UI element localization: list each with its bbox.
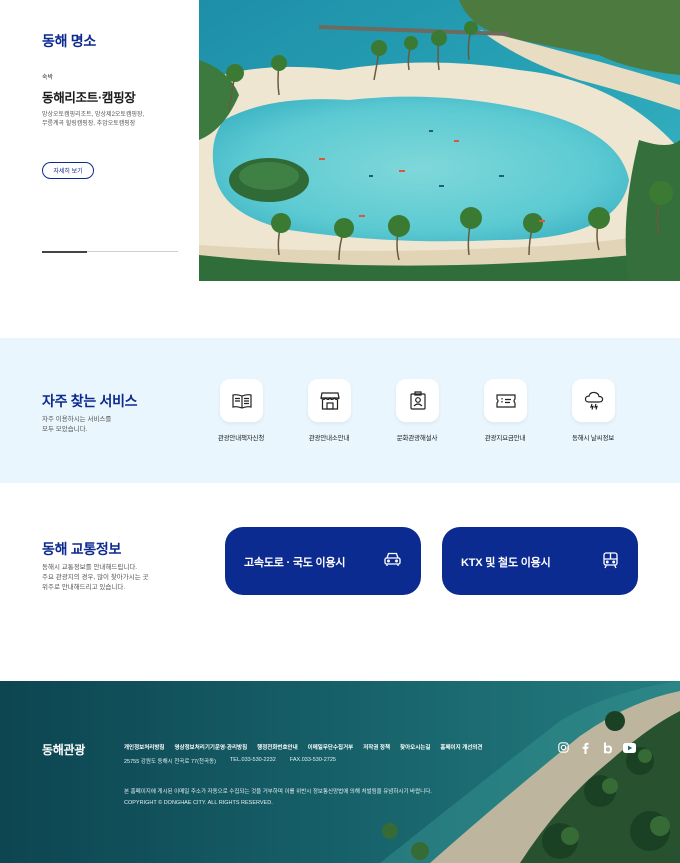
attractions-section: 동해 명소 숙박 동해리조트·캠핑장 망상오토캠핑리조트, 망상제2오토캠핑장,…: [0, 0, 680, 281]
footer-fax: FAX.033-530-2725: [289, 757, 336, 763]
footer-link-copyright-policy[interactable]: 저작권 정책: [363, 743, 390, 751]
service-label: 동해시 날씨정보: [571, 435, 615, 442]
service-item-tourist-office[interactable]: 관광안내소안내: [284, 379, 374, 449]
transport-description-line: 동해시 교통정보를 안내해드립니다.: [42, 564, 138, 571]
instagram-icon[interactable]: [557, 741, 570, 754]
transport-title: 동해 교통정보: [42, 541, 122, 557]
site-footer: 동해관광 개인정보처리방침 영상정보처리기기운영·관리방침 행정전화번호안내 이…: [0, 681, 680, 863]
footer-link-email-refusal[interactable]: 이메일무단수집거부: [308, 743, 354, 751]
book-icon: [231, 393, 252, 409]
highway-route-button[interactable]: 고속도로 · 국도 이용시: [225, 527, 421, 595]
footer-link-directions[interactable]: 찾아오시는길: [400, 743, 430, 751]
attractions-title: 동해 명소: [42, 33, 96, 49]
service-label: 문화관광해설사: [396, 435, 438, 442]
view-detail-button[interactable]: 자세히 보기: [42, 162, 94, 179]
footer-links: 개인정보처리방침 영상정보처리기기운영·관리방침 행정전화번호안내 이메일무단수…: [124, 743, 482, 751]
transport-description: 동해시 교통정보를 안내해드립니다. 주요 관광지의 경우, 많이 찾아가시는 …: [42, 563, 172, 593]
facebook-icon[interactable]: [579, 741, 592, 754]
footer-link-cctv-policy[interactable]: 영상정보처리기기운영·관리방침: [174, 743, 247, 751]
services-description: 자주 이용하시는 서비스를 모두 모았습니다.: [42, 415, 142, 435]
store-icon: [319, 391, 340, 410]
train-route-button[interactable]: KTX 및 철도 이용시: [442, 527, 638, 595]
service-label: 관광지요금안내: [484, 435, 526, 442]
train-icon: [603, 552, 618, 569]
footer-email-notice: 본 홈페이지에 게시된 이메일 주소가 자동으로 수집되는 것을 거부하며 이를…: [124, 789, 432, 795]
transport-description-line: 주요 관광지의 경우, 많이 찾아가시는 곳: [42, 574, 149, 581]
service-label: 관광안내책자신청: [217, 435, 265, 442]
services-description-line: 모두 모았습니다.: [42, 426, 88, 433]
service-icon-box: [220, 379, 263, 422]
blog-icon[interactable]: [601, 741, 614, 754]
footer-link-feedback[interactable]: 홈페이지 개선의견: [440, 743, 482, 751]
slide-progress-bar: [42, 250, 178, 253]
attraction-category: 숙박: [42, 75, 54, 81]
ticket-icon: [495, 393, 516, 408]
service-item-weather[interactable]: 동해시 날씨정보: [548, 379, 638, 449]
service-item-culture-guide[interactable]: 문화관광해설사: [372, 379, 462, 449]
service-label: 관광안내소안내: [308, 435, 350, 442]
attraction-name: 동해리조트·캠핑장: [42, 91, 136, 105]
footer-copyright: COPYRIGHT © DONGHAE CITY. ALL RIGHTS RES…: [124, 800, 273, 806]
slide-progress-fill: [42, 250, 87, 253]
attraction-description: 망상오토캠핑리조트, 망상제2오토캠핑장, 무릉계곡 힐링캠핑장, 추암오토캠핑…: [42, 111, 177, 129]
service-icon-box: [484, 379, 527, 422]
frequent-services-section: 자주 찾는 서비스 자주 이용하시는 서비스를 모두 모았습니다. 관광안내책자…: [0, 338, 680, 483]
attraction-description-line: 무릉계곡 힐링캠핑장, 추암오토캠핑장: [42, 121, 136, 127]
service-icon-box: [308, 379, 351, 422]
footer-logo: 동해관광: [42, 743, 85, 757]
footer-tel: TEL.033-530-2232: [229, 757, 276, 763]
footer-link-phone-directory[interactable]: 행정전화번호안내: [257, 743, 297, 751]
aerial-coast-background: [0, 681, 680, 863]
transport-section: 동해 교통정보 동해시 교통정보를 안내해드립니다. 주요 관광지의 경우, 많…: [0, 483, 680, 681]
social-links: [557, 741, 636, 754]
service-icon-box: [572, 379, 615, 422]
highway-route-label: 고속도로 · 국도 이용시: [244, 557, 346, 569]
beach-lagoon-photo: [199, 0, 680, 281]
footer-address: 25755 강원도 동해시 천곡로 77(천곡동): [124, 759, 216, 765]
footer-link-privacy[interactable]: 개인정보처리방침: [124, 743, 164, 751]
services-title: 자주 찾는 서비스: [42, 393, 138, 409]
guide-badge-icon: [409, 391, 426, 410]
service-item-guidebook-request[interactable]: 관광안내책자신청: [196, 379, 286, 449]
train-route-label: KTX 및 철도 이용시: [461, 557, 551, 569]
youtube-icon[interactable]: [623, 741, 636, 754]
footer-contact: 25755 강원도 동해시 천곡로 77(천곡동) TEL.033-530-22…: [124, 757, 336, 765]
service-item-admission-fees[interactable]: 관광지요금안내: [460, 379, 550, 449]
service-icon-box: [396, 379, 439, 422]
car-icon: [384, 552, 401, 566]
transport-description-line: 위주로 안내해드리고 있습니다.: [42, 584, 126, 591]
weather-icon: [584, 391, 603, 410]
attraction-description-line: 망상오토캠핑리조트, 망상제2오토캠핑장,: [42, 112, 145, 118]
services-description-line: 자주 이용하시는 서비스를: [42, 416, 112, 423]
